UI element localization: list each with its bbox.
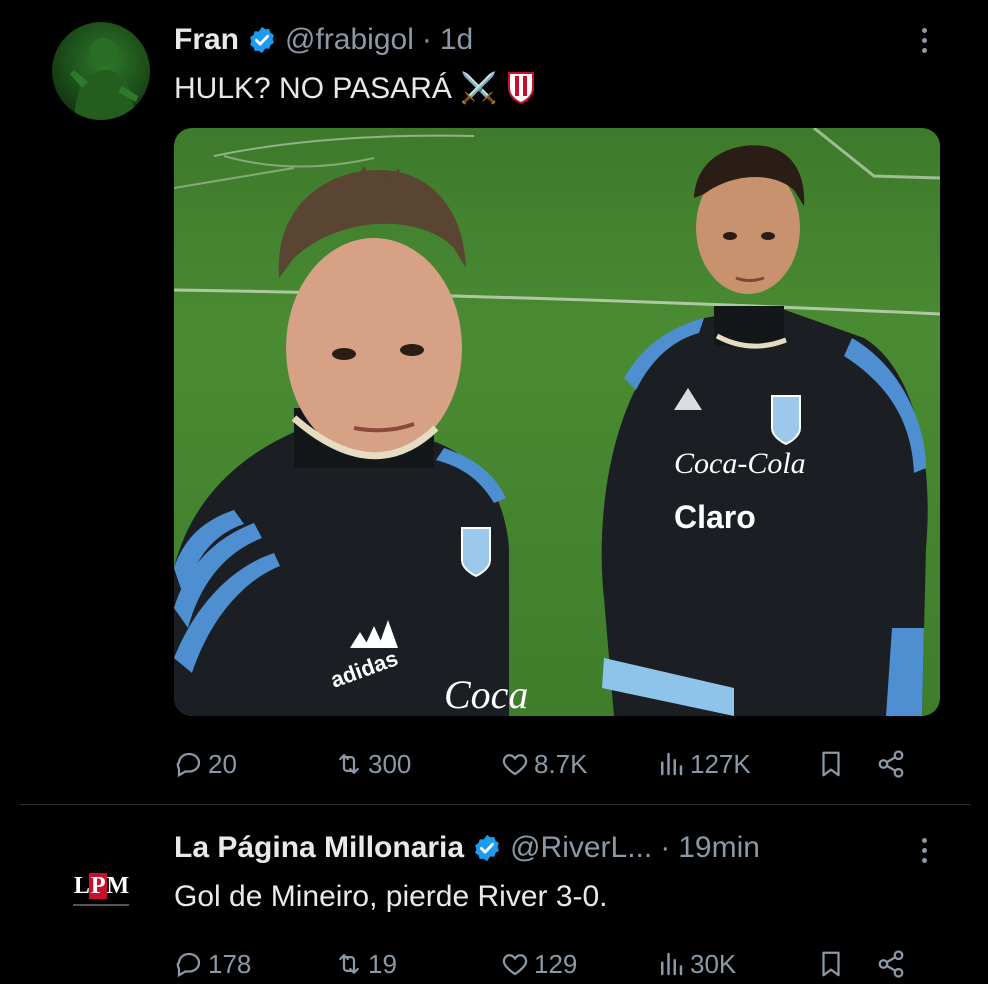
- tweet-text-content: HULK? NO PASARÁ ⚔️: [174, 72, 498, 105]
- tweet-actions: 178 19 129 30K: [174, 944, 934, 984]
- like-count: 129: [534, 948, 578, 979]
- tweet-photo[interactable]: Coca-Cola Claro adidas Coca: [174, 128, 940, 716]
- lpm-logo-m: M: [106, 872, 130, 899]
- display-name[interactable]: La Página Millonaria: [174, 831, 464, 865]
- share-button[interactable]: [876, 749, 916, 779]
- like-icon: [502, 754, 528, 776]
- tweet-fran[interactable]: Fran @frabigol · 1d HULK? NO PASARÁ ⚔️ C…: [0, 0, 988, 805]
- reply-button[interactable]: 20: [174, 749, 334, 780]
- retweet-count: 19: [368, 948, 397, 979]
- views-button[interactable]: 127K: [656, 749, 816, 780]
- handle[interactable]: @RiverL...: [510, 831, 652, 865]
- left-player: adidas Coca: [174, 166, 528, 716]
- tweet-text: Gol de Mineiro, pierde River 3-0.: [174, 880, 608, 913]
- tweet-header: Fran @frabigol · 1d: [174, 22, 473, 58]
- svg-text:Coca-Cola: Coca-Cola: [674, 447, 806, 480]
- verified-badge-icon: [250, 26, 274, 54]
- bookmark-icon: [822, 951, 840, 977]
- views-count: 30K: [690, 948, 737, 979]
- lpm-logo: LPM: [73, 872, 130, 900]
- views-icon: [661, 752, 683, 776]
- retweet-button[interactable]: 19: [334, 949, 500, 980]
- bookmark-button[interactable]: [816, 949, 876, 979]
- retweet-count: 300: [368, 748, 412, 779]
- retweet-button[interactable]: 300: [334, 749, 500, 780]
- svg-text:Claro: Claro: [674, 499, 756, 535]
- right-player: Coca-Cola Claro: [601, 145, 928, 716]
- like-count: 8.7K: [534, 748, 588, 779]
- share-icon: [878, 950, 904, 978]
- more-icon[interactable]: [912, 832, 936, 868]
- lpm-logo-p: P: [88, 872, 107, 899]
- avatar-fran[interactable]: [52, 22, 150, 120]
- tweet-actions: 20 300 8.7K 127K: [174, 744, 934, 784]
- separator-dot: ·: [660, 831, 671, 864]
- lpm-logo-l: L: [73, 872, 90, 899]
- timestamp[interactable]: 19min: [678, 831, 760, 865]
- reply-icon: [176, 752, 201, 778]
- verified-badge-icon: [475, 834, 499, 862]
- shield-icon: [507, 72, 534, 105]
- avatar-player-figure: [70, 38, 138, 120]
- views-button[interactable]: 30K: [656, 949, 816, 980]
- reply-count: 178: [208, 948, 252, 979]
- like-button[interactable]: 8.7K: [500, 749, 656, 780]
- reply-button[interactable]: 178: [174, 949, 334, 980]
- avatar-lpm[interactable]: LPM: [52, 840, 150, 938]
- bookmark-button[interactable]: [816, 749, 876, 779]
- svg-text:Coca: Coca: [444, 672, 528, 716]
- handle[interactable]: @frabigol: [285, 23, 414, 57]
- retweet-icon: [339, 754, 359, 774]
- like-icon: [502, 954, 528, 976]
- display-name[interactable]: Fran: [174, 23, 239, 57]
- share-icon: [878, 750, 904, 778]
- more-icon[interactable]: [912, 22, 936, 58]
- share-button[interactable]: [876, 949, 916, 979]
- reply-icon: [176, 952, 201, 978]
- retweet-icon: [339, 954, 359, 974]
- views-count: 127K: [690, 748, 751, 779]
- reply-count: 20: [208, 748, 237, 779]
- tweet-pagina-millonaria[interactable]: LPM La Página Millonaria @RiverL... · 19…: [0, 806, 988, 979]
- like-button[interactable]: 129: [500, 949, 656, 980]
- tweet-text: HULK? NO PASARÁ ⚔️: [174, 70, 536, 106]
- photo-scene: Coca-Cola Claro adidas Coca: [174, 128, 940, 716]
- tweet-divider: [20, 804, 970, 805]
- views-icon: [661, 952, 683, 976]
- separator-dot: ·: [421, 23, 432, 56]
- bookmark-icon: [822, 751, 840, 777]
- lpm-logo-underline: [73, 903, 129, 906]
- timestamp[interactable]: 1d: [440, 23, 473, 57]
- tweet-header: La Página Millonaria @RiverL... · 19min: [174, 830, 760, 866]
